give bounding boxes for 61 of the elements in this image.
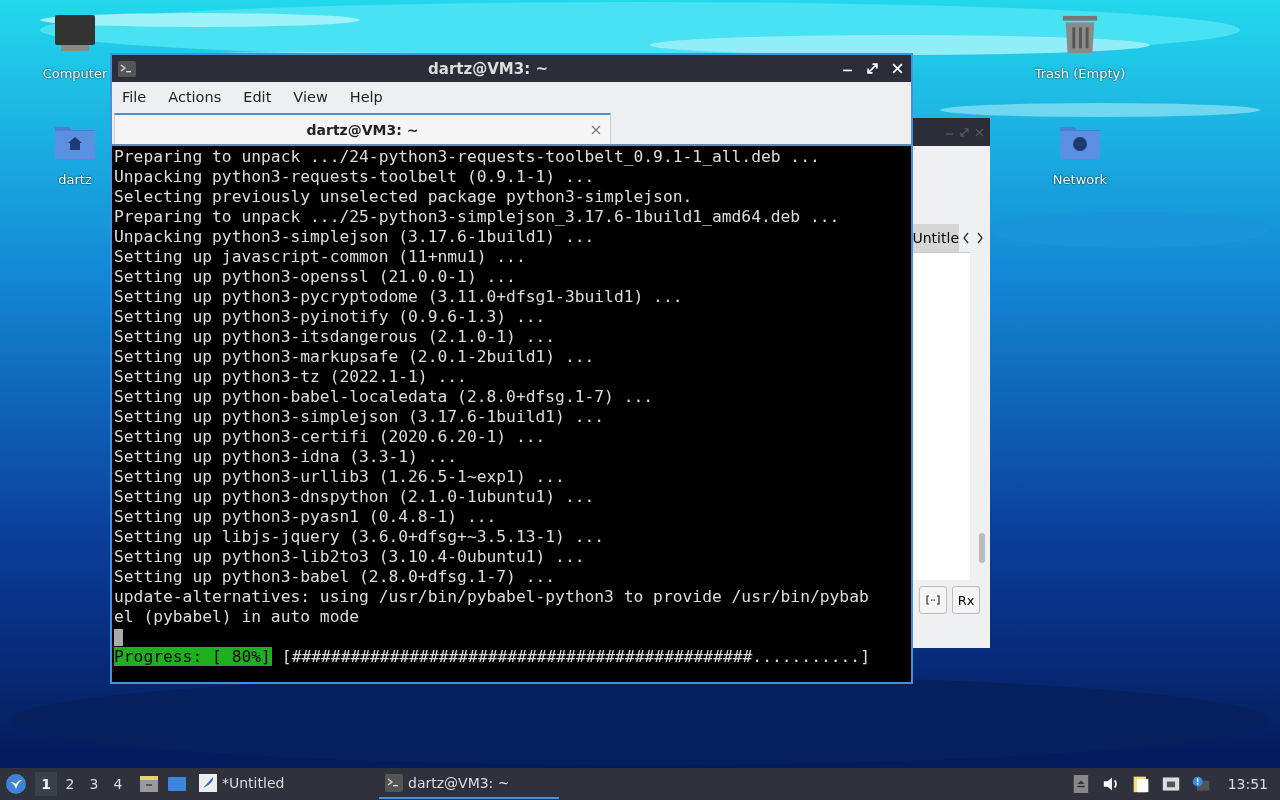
terminal-line: Setting up python3-urllib3 (1.26.5-1~exp1) ... (114, 467, 566, 487)
terminal-line: Setting up python3-tz (2022.1-1) ... (114, 367, 468, 387)
terminal-line: Setting up python3-pycryptodome (3.11.0+dfsg1-3build1) ... (114, 287, 684, 307)
terminal-line: el (pybabel) in auto mode (114, 607, 361, 627)
menu-item[interactable]: File (122, 89, 147, 105)
terminal-line: Setting up python3-itsdangerous (2.1.0-1) ... (114, 327, 557, 347)
workspace-button[interactable]: 1 (35, 772, 57, 796)
chevron-right-icon[interactable] (976, 232, 984, 244)
task-button[interactable]: *Untitled (193, 769, 373, 799)
terminal-line: Setting up javascript-common (11+nmu1) ... (114, 247, 527, 267)
terminal-line: Setting up python3-certifi (2020.6.20-1) ... (114, 427, 547, 447)
workspace-button[interactable]: 2 (59, 772, 81, 796)
terminal-line: Setting up libjs-jquery (3.6.0+dfsg+~3.5.13-1) ... (114, 527, 606, 547)
desktop-icon[interactable] (167, 774, 187, 794)
document-tab[interactable]: Untitle (913, 224, 959, 252)
chevron-left-icon[interactable] (962, 232, 970, 244)
monitor-icon[interactable] (55, 14, 95, 54)
menu-item[interactable]: Edit (243, 89, 272, 105)
clock[interactable]: 13:51 (1227, 776, 1268, 792)
file-cabinet-icon[interactable] (139, 774, 159, 794)
trash-icon[interactable] (1060, 14, 1100, 54)
terminal-line: Setting up python3-lib2to3 (3.10.4-0ubuntu1) ... (114, 547, 586, 567)
terminal-line: Setting up python3-idna (3.3-1) ... (114, 447, 459, 467)
bracket-tool-button[interactable] (919, 586, 947, 614)
workspace-button[interactable]: 3 (83, 772, 105, 796)
scrollbar-thumb[interactable] (979, 533, 985, 563)
menu-item[interactable]: View (293, 89, 328, 105)
network-wired-icon[interactable] (1161, 775, 1180, 793)
terminal-line: update-alternatives: using /usr/bin/pybabel-python3 to provide /usr/bin/pybab (114, 587, 870, 607)
terminal-line: Setting up python3-dnspython (2.1.0-1ubuntu1) ... (114, 487, 596, 507)
terminal-icon (385, 774, 403, 792)
terminal-line: Setting up python3-openssl (21.0.0-1) ... (114, 267, 517, 287)
bracket-icon (926, 595, 940, 605)
terminal-line: Preparing to unpack .../25-python3-simplejson_3.17.6-1build1_amd64.deb ... (114, 207, 841, 227)
terminal-icon (118, 60, 136, 77)
menu-item[interactable]: Help (349, 89, 383, 105)
quill-icon (199, 774, 217, 792)
task-button[interactable]: dartz@VM3: ~ (379, 769, 559, 799)
tool-button[interactable]: Rx (952, 586, 980, 614)
menu-item[interactable]: Actions (168, 89, 222, 105)
terminal-line: Setting up python3-babel (2.8.0+dfsg.1-7) ... (114, 567, 557, 587)
terminal-tab[interactable]: dartz@VM3: ~ (114, 113, 611, 144)
window-title: dartz@VM3: ~ (427, 59, 549, 78)
terminal-line: Selecting previously unselected package python3-simplejson. (114, 187, 694, 207)
close-tab-icon[interactable] (591, 124, 601, 135)
terminal-line: Setting up python3-pyasn1 (0.4.8-1) ... (114, 507, 498, 527)
progress-text: [###############################################...........] (281, 647, 870, 666)
terminal-line: Unpacking python3-simplejson (3.17.6-1build1) ... (114, 227, 596, 247)
speaker-icon[interactable] (1101, 775, 1120, 793)
terminal-line: Setting up python3-simplejson (3.17.6-1build1) ... (114, 407, 606, 427)
notification-icon[interactable] (1191, 775, 1210, 793)
terminal-line: Setting up python3-pyinotify (0.9.6-1.3) ... (114, 307, 547, 327)
workspace-button[interactable]: 4 (107, 772, 129, 796)
terminal-line: Setting up python-babel-localedata (2.8.0+dfsg.1-7) ... (114, 387, 655, 407)
text-cursor (114, 629, 123, 646)
progress-label: Progress: [ 80%] (114, 647, 272, 666)
eject-icon[interactable] (1071, 775, 1090, 793)
terminal-line: Unpacking python3-requests-toolbelt (0.9.1-1) ... (114, 167, 596, 187)
terminal-line: Setting up python3-markupsafe (2.0.1-2build1) ... (114, 347, 596, 367)
terminal-line: Preparing to unpack .../24-python3-requests-toolbelt_0.9.1-1_all.deb ... (114, 147, 821, 167)
clipboard-icon[interactable] (1131, 775, 1150, 793)
